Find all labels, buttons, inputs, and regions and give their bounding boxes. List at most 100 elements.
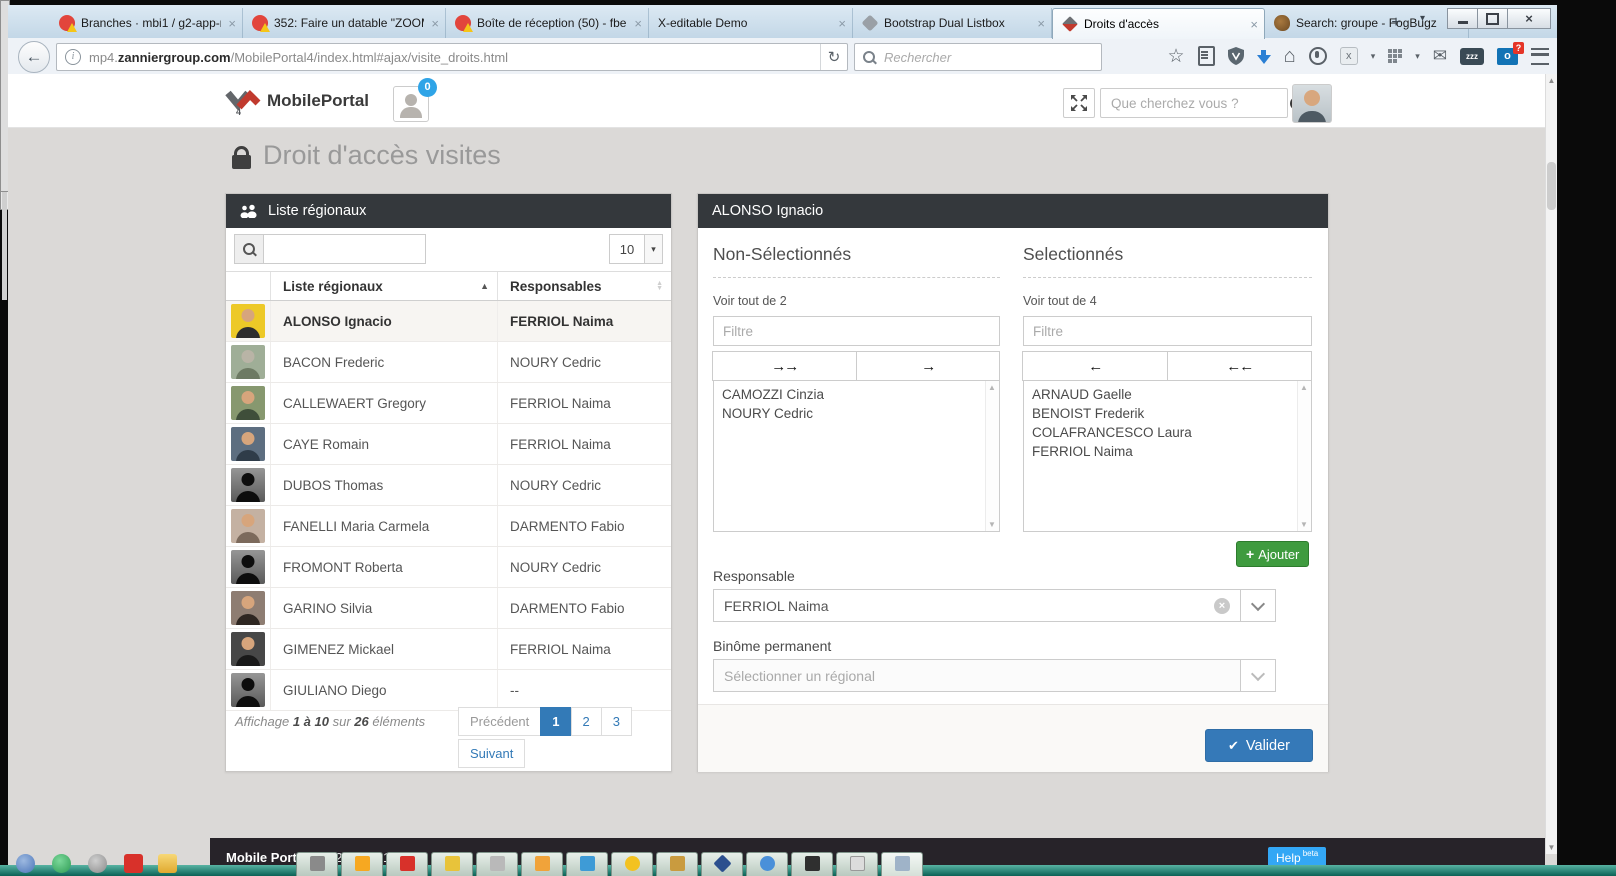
list-option[interactable]: FERRIOL Naima: [1032, 442, 1303, 461]
app-logo[interactable]: 4 MobilePortal: [225, 86, 369, 116]
taskbar-app-button[interactable]: [791, 852, 833, 876]
new-tab-button[interactable]: +: [1383, 11, 1409, 35]
non-selected-listbox[interactable]: CAMOZZI Cinzia NOURY Cedric ▲ ▼: [713, 380, 1000, 532]
table-row[interactable]: BACON Frederic NOURY Cedric: [226, 342, 671, 383]
move-left-button[interactable]: ←: [1022, 351, 1168, 381]
add-button[interactable]: + Ajouter: [1236, 541, 1309, 567]
taskbar-app-icon[interactable]: [88, 854, 107, 873]
taskbar-app-button[interactable]: [746, 852, 788, 876]
restore-button[interactable]: [1477, 8, 1508, 29]
hamburger-menu-icon[interactable]: [1531, 48, 1549, 65]
close-button[interactable]: ×: [1507, 8, 1551, 29]
browser-search-box[interactable]: [854, 43, 1102, 71]
tab-overflow-button[interactable]: ▾: [1420, 13, 1425, 24]
grid-caret-icon[interactable]: ▾: [1415, 51, 1420, 62]
list-option[interactable]: NOURY Cedric: [722, 404, 991, 423]
taskbar-app-button[interactable]: [566, 852, 608, 876]
tab-droits-acces-active[interactable]: Droits d'accès ×: [1052, 8, 1265, 39]
taskbar-app-button[interactable]: [611, 852, 653, 876]
move-all-right-button[interactable]: →→: [712, 351, 857, 381]
taskbar-app-button[interactable]: [386, 852, 428, 876]
ghostery-caret-icon[interactable]: ▾: [1371, 51, 1376, 62]
taskbar-app-button[interactable]: [341, 852, 383, 876]
tab-close-icon[interactable]: ×: [838, 17, 846, 30]
table-row[interactable]: FANELLI Maria Carmela DARMENTO Fabio: [226, 506, 671, 547]
taskbar-app-button[interactable]: [701, 852, 743, 876]
table-row[interactable]: GARINO Silvia DARMENTO Fabio: [226, 588, 671, 629]
non-selected-view-all[interactable]: Voir tout de 2: [713, 294, 1000, 308]
taskbar-app-button[interactable]: [431, 852, 473, 876]
browser-scrollbar[interactable]: ▲ ▼: [1545, 74, 1557, 854]
browser-search-input[interactable]: [882, 49, 1101, 66]
taskbar-app-button[interactable]: [296, 852, 338, 876]
non-selected-filter-input[interactable]: [713, 316, 1000, 346]
table-row[interactable]: CAYE Romain FERRIOL Naima: [226, 424, 671, 465]
site-search-box[interactable]: [1100, 88, 1288, 118]
taskbar-app-icon[interactable]: [158, 854, 177, 873]
tab-close-icon[interactable]: ×: [1037, 17, 1045, 30]
home-icon[interactable]: ⌂: [1284, 45, 1296, 68]
responsable-dropdown-button[interactable]: [1241, 589, 1276, 622]
user-avatar[interactable]: [1292, 84, 1332, 123]
tab-fogbugz[interactable]: Search: groupe - FogBugz ×: [1265, 8, 1469, 38]
list-option[interactable]: ARNAUD Gaelle: [1032, 385, 1303, 404]
minimize-button[interactable]: [1447, 8, 1478, 29]
responsables-column-header[interactable]: Responsables ▲▼: [498, 272, 671, 300]
scrollbar-thumb[interactable]: [1547, 162, 1556, 210]
taskbar-app-icon[interactable]: [124, 854, 143, 873]
bookmark-star-icon[interactable]: ☆: [1168, 45, 1185, 68]
shield-icon[interactable]: [1228, 47, 1244, 65]
table-row[interactable]: FROMONT Roberta NOURY Cedric: [226, 547, 671, 588]
responsable-select[interactable]: FERRIOL Naima ×: [713, 589, 1276, 622]
selected-view-all[interactable]: Voir tout de 4: [1023, 294, 1312, 308]
list-option[interactable]: CAMOZZI Cinzia: [722, 385, 991, 404]
tab-branches[interactable]: Branches · mbi1 / g2-app-mo ×: [50, 8, 243, 38]
taskbar-app-button[interactable]: [881, 852, 923, 876]
name-column-header[interactable]: Liste régionaux ▲: [271, 272, 498, 300]
scroll-up-icon[interactable]: ▲: [1546, 76, 1557, 85]
location-icon[interactable]: [1309, 47, 1327, 65]
table-row-selected[interactable]: ALONSO Ignacio FERRIOL Naima: [226, 301, 671, 342]
table-row[interactable]: GIMENEZ Mickael FERRIOL Naima: [226, 629, 671, 670]
mail-icon[interactable]: ✉: [1433, 46, 1447, 66]
ghostery-icon[interactable]: x: [1340, 47, 1358, 65]
tab-dual-listbox[interactable]: Bootstrap Dual Listbox ×: [853, 8, 1052, 38]
reload-button[interactable]: ↻: [820, 44, 847, 70]
site-search-input[interactable]: [1101, 95, 1290, 112]
back-button[interactable]: ←: [18, 41, 50, 73]
pagination-next-button[interactable]: Suivant: [458, 739, 525, 768]
listbox-scrollbar[interactable]: ▲ ▼: [1297, 381, 1311, 531]
listbox-scrollbar[interactable]: ▲ ▼: [985, 381, 999, 531]
taskbar-app-icon[interactable]: [16, 854, 35, 873]
scroll-down-icon[interactable]: ▼: [1546, 843, 1557, 852]
binome-dropdown-button[interactable]: [1241, 659, 1276, 692]
taskbar-app-button[interactable]: [476, 852, 518, 876]
clear-selection-icon[interactable]: ×: [1214, 598, 1230, 614]
page-size-select[interactable]: 10 ▾: [609, 234, 663, 264]
pagination-previous-button[interactable]: Précédent: [458, 707, 541, 736]
taskbar-app-button[interactable]: [656, 852, 698, 876]
tab-close-icon[interactable]: ×: [634, 17, 642, 30]
table-search-input[interactable]: [263, 234, 426, 264]
move-right-button[interactable]: →: [856, 351, 1001, 381]
tab-datable[interactable]: 352: Faire un datable "ZOOM" ×: [243, 8, 446, 38]
outlook-extension-icon[interactable]: o?: [1497, 48, 1518, 65]
table-row[interactable]: CALLEWAERT Gregory FERRIOL Naima: [226, 383, 671, 424]
pagination-page-3-button[interactable]: 3: [601, 707, 632, 736]
apps-grid-icon[interactable]: [1388, 49, 1402, 63]
sort-ascending-icon[interactable]: ▲: [480, 281, 489, 291]
taskbar-app-button[interactable]: [521, 852, 563, 876]
selected-listbox[interactable]: ARNAUD Gaelle BENOIST Frederik COLAFRANC…: [1023, 380, 1312, 532]
tab-xeditable[interactable]: X-editable Demo ×: [649, 8, 853, 38]
taskbar-app-icon[interactable]: [52, 854, 71, 873]
list-option[interactable]: BENOIST Frederik: [1032, 404, 1303, 423]
binome-select[interactable]: Sélectionner un régional: [713, 659, 1276, 692]
sort-both-icon[interactable]: ▲▼: [656, 281, 663, 291]
taskbar-app-button[interactable]: [836, 852, 878, 876]
tab-close-icon[interactable]: ×: [1250, 18, 1258, 31]
table-row[interactable]: DUBOS Thomas NOURY Cedric: [226, 465, 671, 506]
fullscreen-toggle-button[interactable]: [1063, 88, 1095, 118]
selected-filter-input[interactable]: [1023, 316, 1312, 346]
pocket-icon[interactable]: [1198, 46, 1215, 66]
tab-inbox[interactable]: Boîte de réception (50) - fben ×: [446, 8, 649, 38]
